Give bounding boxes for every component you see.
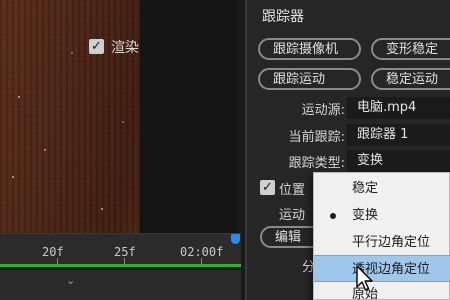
video-viewer[interactable]	[0, 0, 237, 233]
timeline-bottom-bar: ⌄	[0, 269, 241, 300]
video-speck	[12, 176, 14, 178]
render-label: 渲染	[111, 40, 139, 56]
render-checkbox[interactable]: ✓	[89, 39, 104, 54]
motion-source-label: 运动源:	[301, 103, 345, 118]
track-camera-button[interactable]: 跟踪摄像机	[258, 38, 361, 60]
motion-source-select[interactable]: 电脑.mp4	[347, 97, 450, 119]
track-type-label: 跟踪类型:	[288, 156, 345, 171]
menu-item-transform[interactable]: 变换	[314, 202, 450, 229]
warp-stabilize-button[interactable]: 变形稳定	[371, 38, 450, 60]
stabilize-motion-button[interactable]: 稳定运动	[371, 68, 450, 90]
menu-item-stabilize[interactable]: 稳定	[314, 175, 450, 202]
menu-item-perspective-corner-pin[interactable]: 透视边角定位	[314, 255, 450, 282]
video-speck	[44, 149, 46, 151]
playhead-handle[interactable]	[231, 234, 240, 244]
video-speck	[18, 96, 20, 98]
timeline-panel: 20f 25f 02:00f ⌄	[0, 233, 241, 300]
tick-label: 02:00f	[180, 245, 224, 259]
mouse-cursor-icon	[356, 265, 373, 291]
chevron-down-icon[interactable]: ⌄	[66, 274, 75, 287]
position-checkbox[interactable]: ✓	[260, 180, 275, 195]
track-type-select[interactable]: 变换	[347, 150, 450, 172]
video-speck	[101, 208, 103, 210]
position-label: 位置	[279, 183, 306, 198]
motion-target-label: 运动	[279, 208, 306, 223]
tick-label: 25f	[114, 245, 136, 259]
menu-item-parallel-corner-pin[interactable]: 平行边角定位	[314, 229, 450, 256]
video-shadow-region	[140, 0, 237, 233]
app-window: 20f 25f 02:00f ⌄ ✓ 渲染 跟踪器 跟踪摄像机 变形稳定 跟踪运…	[0, 0, 450, 300]
current-track-label: 当前跟踪:	[288, 130, 345, 145]
menu-item-raw[interactable]: 原始	[314, 281, 450, 300]
work-area-bar	[0, 264, 241, 267]
panel-title: 跟踪器	[262, 9, 304, 25]
current-track-select[interactable]: 跟踪器 1	[347, 124, 450, 146]
selected-bullet-icon	[330, 213, 336, 219]
video-speck	[122, 121, 124, 123]
track-motion-button[interactable]: 跟踪运动	[258, 68, 361, 90]
tick-label: 20f	[42, 245, 64, 259]
video-speck	[71, 52, 73, 54]
track-type-menu: 稳定 变换 平行边角定位 透视边角定位 原始	[313, 172, 450, 300]
time-ruler[interactable]: 20f 25f 02:00f	[0, 233, 241, 265]
menu-item-label: 变换	[352, 208, 379, 223]
